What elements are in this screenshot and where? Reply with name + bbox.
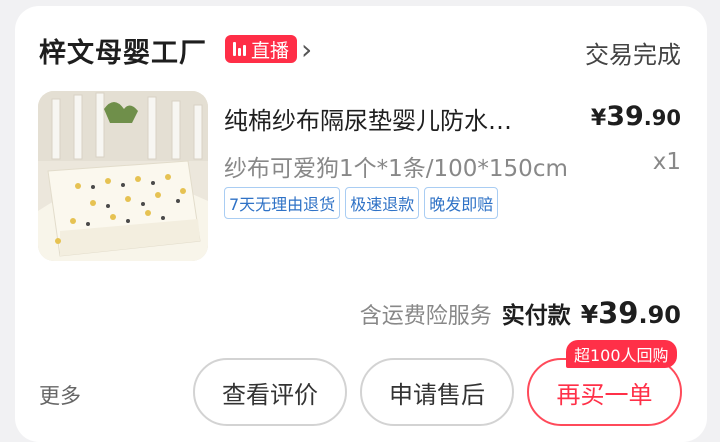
more-button[interactable]: 更多 bbox=[39, 380, 81, 410]
total-amount: ¥39.90 bbox=[581, 296, 681, 330]
order-status: 交易完成 bbox=[585, 41, 681, 69]
service-tag: 晚发即赔 bbox=[424, 187, 499, 219]
service-tag: 7天无理由退货 bbox=[224, 187, 341, 219]
product-image[interactable] bbox=[38, 91, 208, 261]
total-integer: 39 bbox=[598, 296, 639, 330]
service-tags: 7天无理由退货 极速退款 晚发即赔 bbox=[224, 187, 499, 219]
live-badge[interactable]: 直播 bbox=[225, 35, 298, 63]
view-review-button[interactable]: 查看评价 bbox=[193, 358, 347, 426]
product-photo-illustration bbox=[38, 91, 208, 261]
total-currency: ¥ bbox=[580, 300, 599, 329]
live-badge-label: 直播 bbox=[251, 39, 290, 62]
repurchase-badge: 超100人回购 bbox=[566, 340, 677, 368]
live-bars-icon bbox=[233, 42, 246, 56]
service-tag: 极速退款 bbox=[345, 187, 420, 219]
price-decimal: .90 bbox=[643, 106, 681, 130]
chevron-right-icon[interactable]: › bbox=[301, 33, 312, 66]
total-decimal: .90 bbox=[638, 301, 681, 329]
order-total-row: 含运费险服务 实付款 ¥39.90 bbox=[360, 296, 681, 330]
paid-label: 实付款 bbox=[501, 303, 571, 329]
product-quantity: x1 bbox=[652, 149, 681, 175]
price-integer: 39 bbox=[606, 101, 644, 132]
buy-again-button[interactable]: 再买一单 bbox=[527, 358, 682, 426]
insurance-note[interactable]: 含运费险服务 bbox=[360, 298, 492, 330]
product-price: ¥39.90 bbox=[591, 101, 681, 132]
after-sales-button[interactable]: 申请售后 bbox=[360, 358, 514, 426]
price-currency: ¥ bbox=[590, 106, 607, 131]
shop-name[interactable]: 梓文母婴工厂 bbox=[39, 31, 207, 70]
product-title[interactable]: 纯棉纱布隔尿垫婴儿防水… bbox=[224, 101, 512, 136]
order-card[interactable]: 梓文母婴工厂 直播 › 交易完成 纯棉纱布隔尿垫婴儿防水… ¥39.90 纱布可… bbox=[15, 6, 707, 442]
product-spec: 纱布可爱狗1个*1条/100*150cm bbox=[224, 156, 568, 182]
